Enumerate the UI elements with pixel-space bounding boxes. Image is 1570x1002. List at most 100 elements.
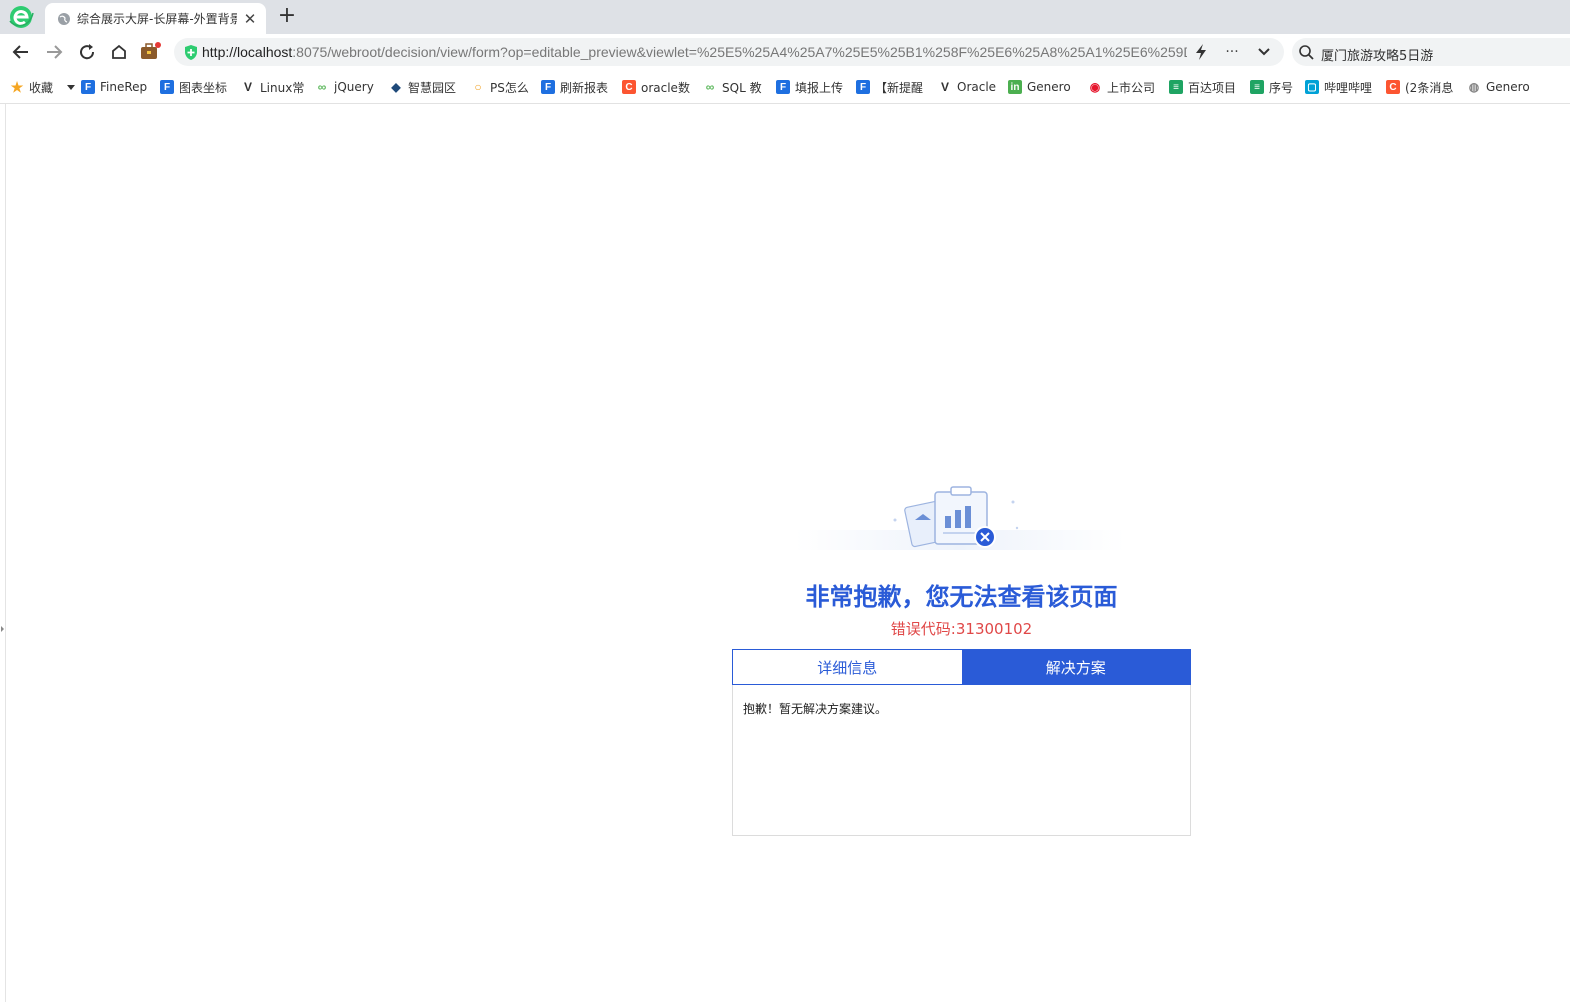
solution-message: 抱歉！暂无解决方案建议。	[743, 702, 888, 716]
bird-icon: ◆	[391, 80, 401, 94]
finereport-icon: F	[856, 80, 870, 94]
forward-button[interactable]	[43, 41, 65, 63]
url-path: :8075/webroot/decision/view/form?op=edit…	[292, 44, 1187, 60]
sheet-icon: ≡	[1169, 80, 1183, 94]
bookmark-item[interactable]: C (2条消息	[1386, 78, 1453, 96]
caret-down-icon[interactable]	[67, 84, 75, 90]
bookmark-item[interactable]: ◍ Genero	[1467, 78, 1530, 96]
home-button[interactable]	[108, 41, 130, 63]
info-tabs: 详细信息 解决方案	[732, 649, 1191, 685]
security-shield-icon	[185, 45, 197, 60]
bookmark-item[interactable]: ○ PS怎么	[471, 78, 529, 96]
arrow-left-icon	[12, 45, 28, 59]
bookmark-item[interactable]: F FineRep	[81, 78, 147, 96]
bookmark-item[interactable]: ∞ jQuery	[315, 78, 374, 96]
bookmark-item[interactable]: ◆ 智慧园区	[389, 78, 456, 96]
finereport-icon: F	[160, 80, 174, 94]
wechat-mini-icon: ∞	[317, 80, 327, 94]
error-illustration	[795, 486, 1125, 550]
tab-strip: 综合展示大屏-长屏幕-外置背景 ✕ +	[0, 0, 1570, 34]
more-icon[interactable]: ···	[1223, 43, 1241, 61]
url-text[interactable]: http://localhost:8075/webroot/decision/v…	[202, 44, 1187, 60]
bookmark-label: PS怎么	[490, 80, 529, 95]
bookmark-item[interactable]: ∞ SQL 教	[703, 78, 762, 96]
browser-chrome: 综合展示大屏-长屏幕-外置背景 ✕ + http://localhost:807…	[0, 0, 1570, 104]
briefcase-icon	[141, 42, 161, 59]
bookmark-label: Genero	[1027, 80, 1071, 94]
address-bar[interactable]: http://localhost:8075/webroot/decision/v…	[174, 38, 1284, 66]
bookmark-label: SQL 教	[722, 80, 762, 95]
weibo-icon: ◉	[1089, 80, 1101, 94]
globe-icon: ◍	[1468, 80, 1480, 94]
bookmark-item[interactable]: ≡ 序号	[1250, 78, 1293, 96]
tab-details[interactable]: 详细信息	[733, 650, 962, 684]
bookmark-label: 收藏	[29, 80, 53, 95]
bookmark-label: (2条消息	[1405, 80, 1454, 95]
bookmark-label: 填报上传	[795, 80, 844, 95]
bookmark-label: 哔哩哔哩	[1324, 80, 1373, 95]
bookmark-item[interactable]: V Oracle	[938, 78, 996, 96]
bookmark-item[interactable]: ◉ 上市公司	[1088, 78, 1155, 96]
bookmark-label: 刷新报表	[560, 80, 609, 95]
bookmark-item[interactable]: Coracle数	[622, 78, 690, 96]
v-logo-icon: V	[940, 80, 949, 94]
csdn-icon: C	[1386, 80, 1400, 94]
bookmark-label: 【新提醒	[875, 80, 924, 95]
back-button[interactable]	[10, 41, 32, 63]
new-tab-button[interactable]: +	[276, 5, 298, 27]
tab-title: 综合展示大屏-长屏幕-外置背景	[77, 12, 237, 26]
in-icon: in	[1008, 80, 1022, 94]
v-logo-icon: V	[243, 80, 252, 94]
search-icon	[1299, 45, 1314, 60]
bookmark-item[interactable]: ▢ 哔哩哔哩	[1305, 78, 1372, 96]
bookmark-item[interactable]: ≡ 百达项目	[1169, 78, 1236, 96]
bookmark-label: 智慧园区	[408, 80, 457, 95]
bookmark-label: Oracle	[957, 80, 997, 94]
bookmark-label: oracle数	[641, 80, 690, 95]
globe-icon	[58, 12, 70, 25]
finereport-icon: F	[81, 80, 95, 94]
navigation-toolbar: http://localhost:8075/webroot/decision/v…	[0, 34, 1570, 70]
bookmark-label: Genero	[1486, 80, 1530, 94]
expand-arrow-icon[interactable]	[1, 626, 4, 632]
bookmark-item[interactable]: ★ 收藏	[10, 78, 75, 96]
error-title: 非常抱歉，您无法查看该页面	[805, 583, 1118, 611]
bilibili-icon: ▢	[1305, 80, 1319, 94]
bookmark-item[interactable]: F 图表坐标	[160, 78, 227, 96]
bookmark-item[interactable]: F 【新提醒	[856, 78, 923, 96]
reload-button[interactable]	[76, 41, 98, 63]
bookmark-label: 百达项目	[1188, 80, 1237, 95]
search-box[interactable]: 厦门旅游攻略5日游	[1292, 38, 1570, 66]
bookmark-label: 上市公司	[1107, 80, 1156, 95]
bookmark-item[interactable]: F 填报上传	[776, 78, 843, 96]
bookmark-label: 序号	[1269, 80, 1294, 95]
extension-button[interactable]	[139, 41, 161, 63]
close-icon[interactable]: ✕	[242, 11, 258, 27]
sidebar-handle[interactable]	[0, 104, 6, 1002]
ring-icon: ○	[474, 80, 482, 94]
lightning-icon[interactable]	[1192, 43, 1210, 61]
arrow-right-icon	[47, 45, 63, 59]
error-code: 错误代码:31300102	[890, 620, 1033, 638]
chevron-down-icon[interactable]	[1255, 43, 1273, 61]
star-icon: ★	[10, 78, 24, 95]
search-query: 厦门旅游攻略5日游	[1321, 49, 1434, 64]
bookmarks-bar: ★ 收藏 F FineRep F 图表坐标 V Linux常 ∞ jQuery ◆ 智慧园区 ○ PS怎么…	[0, 70, 1570, 104]
finereport-icon: F	[776, 80, 790, 94]
home-icon	[112, 44, 126, 59]
wechat-mini-icon: ∞	[705, 80, 715, 94]
csdn-icon: C	[622, 80, 636, 94]
bookmark-item[interactable]: F 刷新报表	[541, 78, 608, 96]
bookmark-item[interactable]: in Genero	[1008, 78, 1071, 96]
browser-logo-icon[interactable]	[8, 4, 34, 30]
finereport-icon: F	[541, 80, 555, 94]
tab-solution[interactable]: 解决方案	[961, 650, 1190, 684]
bookmark-label: 图表坐标	[179, 80, 228, 95]
tab-active[interactable]: 综合展示大屏-长屏幕-外置背景 ✕	[45, 3, 266, 34]
reload-icon	[80, 44, 95, 60]
url-host: http://localhost	[202, 44, 293, 60]
solution-panel: 抱歉！暂无解决方案建议。	[732, 685, 1191, 836]
bookmark-item[interactable]: V Linux常	[241, 78, 304, 96]
sheet-icon: ≡	[1250, 80, 1264, 94]
bookmark-label: FineRep	[100, 80, 148, 94]
